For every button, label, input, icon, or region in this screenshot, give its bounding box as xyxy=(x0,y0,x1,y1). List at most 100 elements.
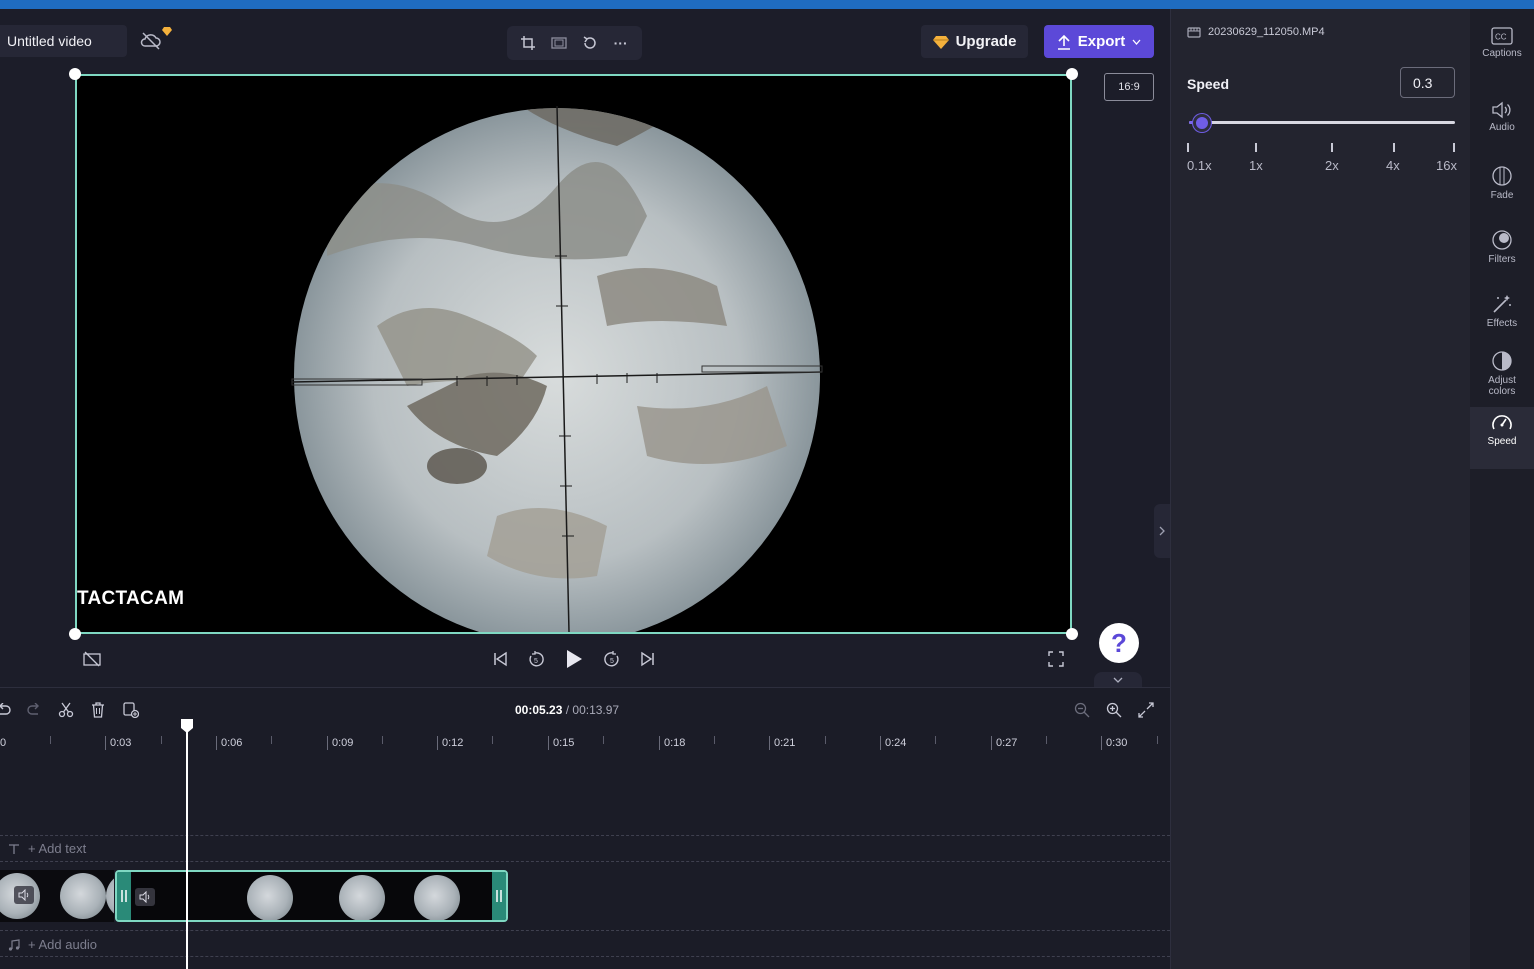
resize-handle-top-right[interactable] xyxy=(1066,68,1078,80)
window-top-strip xyxy=(0,0,1534,9)
ruler-tick xyxy=(603,736,604,744)
svg-text:5: 5 xyxy=(610,658,614,665)
timecode: 00:05.23 / 00:13.97 xyxy=(515,703,619,717)
rail-label: Speed xyxy=(1487,436,1517,447)
speed-slider-track[interactable] xyxy=(1189,121,1455,124)
ruler-label: 0:09 xyxy=(332,737,354,749)
cloud-off-icon[interactable] xyxy=(140,31,164,53)
svg-text:5: 5 xyxy=(534,658,538,665)
ruler-tick xyxy=(50,736,51,744)
add-text-label: + Add text xyxy=(28,841,87,856)
ruler-tick xyxy=(548,736,549,750)
zoom-out-icon[interactable] xyxy=(1072,700,1092,720)
delete-icon[interactable] xyxy=(88,700,108,720)
add-audio-track[interactable]: + Add audio xyxy=(8,937,97,952)
ruler-label: 0:03 xyxy=(110,737,132,749)
ruler-label: 0 xyxy=(0,737,7,749)
skip-to-end-icon[interactable] xyxy=(638,649,658,669)
speed-scale-tick xyxy=(1393,143,1395,152)
speed-scale-label: 2x xyxy=(1325,158,1339,173)
playhead-handle[interactable] xyxy=(180,718,194,734)
ruler-label: 0:18 xyxy=(664,737,686,749)
time-separator: / xyxy=(562,703,573,717)
ruler-tick xyxy=(105,736,106,750)
ruler-label: 0:06 xyxy=(221,737,243,749)
rotate-icon[interactable] xyxy=(580,33,600,53)
panel-toggle-icon[interactable] xyxy=(1154,504,1170,558)
add-text-track[interactable]: + Add text xyxy=(8,841,86,856)
rail-item-captions[interactable]: CC Captions xyxy=(1470,21,1534,81)
export-button[interactable]: Export xyxy=(1044,25,1154,58)
ruler-label: 0:24 xyxy=(885,737,907,749)
video-clip-1[interactable] xyxy=(0,870,114,922)
ruler-tick xyxy=(437,736,438,750)
fit-icon[interactable] xyxy=(549,33,569,53)
chevron-down-icon xyxy=(1132,39,1141,45)
rail-label: Adjust colors xyxy=(1488,375,1516,397)
trim-handle-right[interactable] xyxy=(492,872,506,920)
speed-scale-label: 1x xyxy=(1249,158,1263,173)
play-icon[interactable] xyxy=(564,649,584,669)
undo-icon[interactable] xyxy=(0,700,14,720)
skip-to-start-icon[interactable] xyxy=(490,649,510,669)
upgrade-button[interactable]: Upgrade xyxy=(921,25,1028,58)
rail-item-effects[interactable]: Effects xyxy=(1470,287,1534,347)
speed-slider-thumb[interactable] xyxy=(1193,114,1211,132)
help-button[interactable]: ? xyxy=(1099,623,1139,663)
ruler-tick xyxy=(659,736,660,750)
trim-handle-left[interactable] xyxy=(117,872,131,920)
rail-item-speed[interactable]: Speed xyxy=(1470,407,1534,469)
ruler-tick xyxy=(161,736,162,744)
more-icon[interactable]: ··· xyxy=(611,33,631,53)
speed-scale-tick xyxy=(1187,143,1189,152)
scope-view-image xyxy=(291,105,823,632)
clip-thumbnail xyxy=(339,875,385,920)
aspect-ratio-button[interactable]: 16:9 xyxy=(1104,73,1154,101)
resize-handle-top-left[interactable] xyxy=(69,68,81,80)
clip-file-name: 20230629_112050.MP4 xyxy=(1187,26,1325,38)
duplicate-icon[interactable] xyxy=(121,700,141,720)
current-time: 00:05.23 xyxy=(515,703,563,717)
ruler-tick xyxy=(327,736,328,750)
forward-5-icon[interactable]: 5 xyxy=(602,649,622,669)
playback-bar: 5 5 xyxy=(0,639,1170,679)
fit-timeline-icon[interactable] xyxy=(1136,700,1156,720)
audio-track-bottom xyxy=(0,956,1170,957)
zoom-in-icon[interactable] xyxy=(1104,700,1124,720)
rail-item-adjust-colors[interactable]: Adjust colors xyxy=(1470,344,1534,414)
speaker-icon xyxy=(1492,101,1511,119)
video-watermark: TACTACAM xyxy=(77,588,185,609)
crop-icon[interactable] xyxy=(518,33,538,53)
properties-panel: 20230629_112050.MP4 Speed 0.3 0.1x 1x 2x… xyxy=(1170,9,1470,969)
redo-icon[interactable] xyxy=(24,700,44,720)
timeline: 00:05.23 / 00:13.97 0 0:03 0:06 0:09 0:1… xyxy=(0,687,1170,969)
ruler-tick xyxy=(216,736,217,750)
hide-preview-icon[interactable] xyxy=(82,649,102,669)
text-track-top xyxy=(0,835,1170,836)
playhead[interactable] xyxy=(186,720,188,969)
rail-item-filters[interactable]: Filters xyxy=(1470,223,1534,283)
volume-icon[interactable] xyxy=(14,886,34,904)
text-track-bottom xyxy=(0,861,1170,862)
video-clip-2-selected[interactable] xyxy=(115,870,508,922)
volume-icon[interactable] xyxy=(135,888,155,906)
audio-track-top xyxy=(0,930,1170,931)
time-ruler[interactable]: 0 0:03 0:06 0:09 0:12 0:15 0:18 0:21 0:2 xyxy=(0,732,1170,754)
collapse-timeline-icon[interactable] xyxy=(1094,672,1142,688)
rail-item-audio[interactable]: Audio xyxy=(1470,95,1534,155)
video-preview[interactable]: TACTACAM xyxy=(75,74,1072,634)
clip-thumbnail xyxy=(106,873,114,919)
rail-item-fade[interactable]: Fade xyxy=(1470,159,1534,219)
rewind-5-icon[interactable]: 5 xyxy=(526,649,546,669)
speed-value-input[interactable]: 0.3 xyxy=(1400,67,1455,98)
fade-icon xyxy=(1492,166,1512,186)
fullscreen-icon[interactable] xyxy=(1046,649,1066,669)
gem-icon xyxy=(932,35,949,49)
project-title-input[interactable]: Untitled video xyxy=(0,25,127,57)
upload-icon xyxy=(1057,34,1070,50)
ruler-label: 0:27 xyxy=(996,737,1018,749)
clip-thumbnail xyxy=(60,873,106,919)
speed-scale-tick xyxy=(1453,143,1455,152)
file-name-label: 20230629_112050.MP4 xyxy=(1208,26,1325,38)
split-icon[interactable] xyxy=(56,700,76,720)
